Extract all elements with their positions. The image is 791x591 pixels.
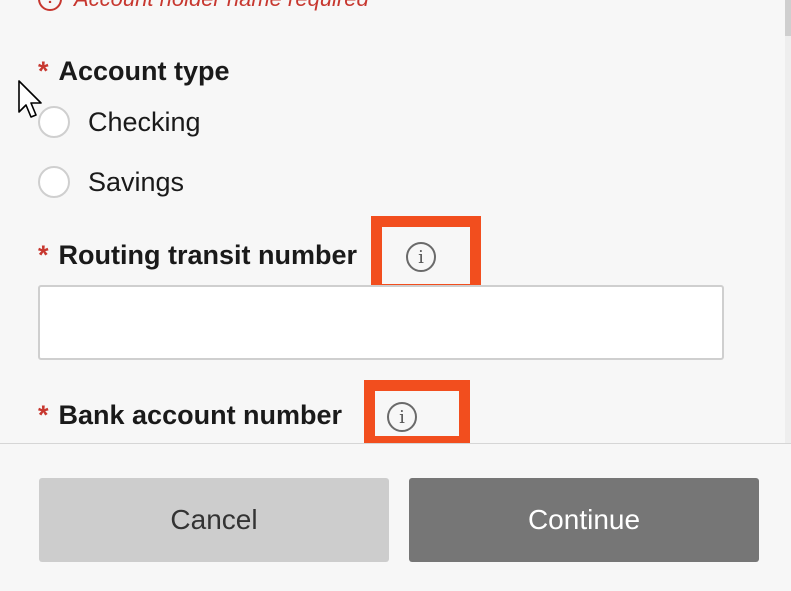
routing-number-label: * Routing transit number xyxy=(38,240,357,271)
radio-checking[interactable]: Checking xyxy=(38,106,201,138)
error-message: Account holder name required xyxy=(74,0,369,12)
bank-info-highlight xyxy=(364,380,470,443)
radio-button[interactable] xyxy=(38,166,70,198)
mouse-cursor-icon xyxy=(18,80,42,118)
error-icon: ! xyxy=(38,0,62,11)
account-holder-error: ! Account holder name required xyxy=(38,0,369,14)
bank-account-label-text: Bank account number xyxy=(58,400,343,430)
continue-button[interactable]: Continue xyxy=(409,478,759,562)
routing-number-input[interactable] xyxy=(38,285,724,360)
required-marker: * xyxy=(38,400,49,430)
routing-number-label-text: Routing transit number xyxy=(58,240,358,270)
radio-label[interactable]: Checking xyxy=(88,107,201,138)
footer: Cancel Continue xyxy=(0,443,791,591)
radio-label[interactable]: Savings xyxy=(88,167,184,198)
scrollbar[interactable] xyxy=(785,0,791,443)
bank-account-label: * Bank account number xyxy=(38,400,342,431)
radio-savings[interactable]: Savings xyxy=(38,166,184,198)
required-marker: * xyxy=(38,240,49,270)
scrollbar-thumb[interactable] xyxy=(785,0,791,36)
account-type-label-text: Account type xyxy=(58,56,230,86)
routing-info-highlight xyxy=(371,216,481,295)
cancel-button[interactable]: Cancel xyxy=(39,478,389,562)
form-scroll-area[interactable]: ! Account holder name required * Account… xyxy=(0,0,791,443)
account-type-label: * Account type xyxy=(38,56,230,87)
